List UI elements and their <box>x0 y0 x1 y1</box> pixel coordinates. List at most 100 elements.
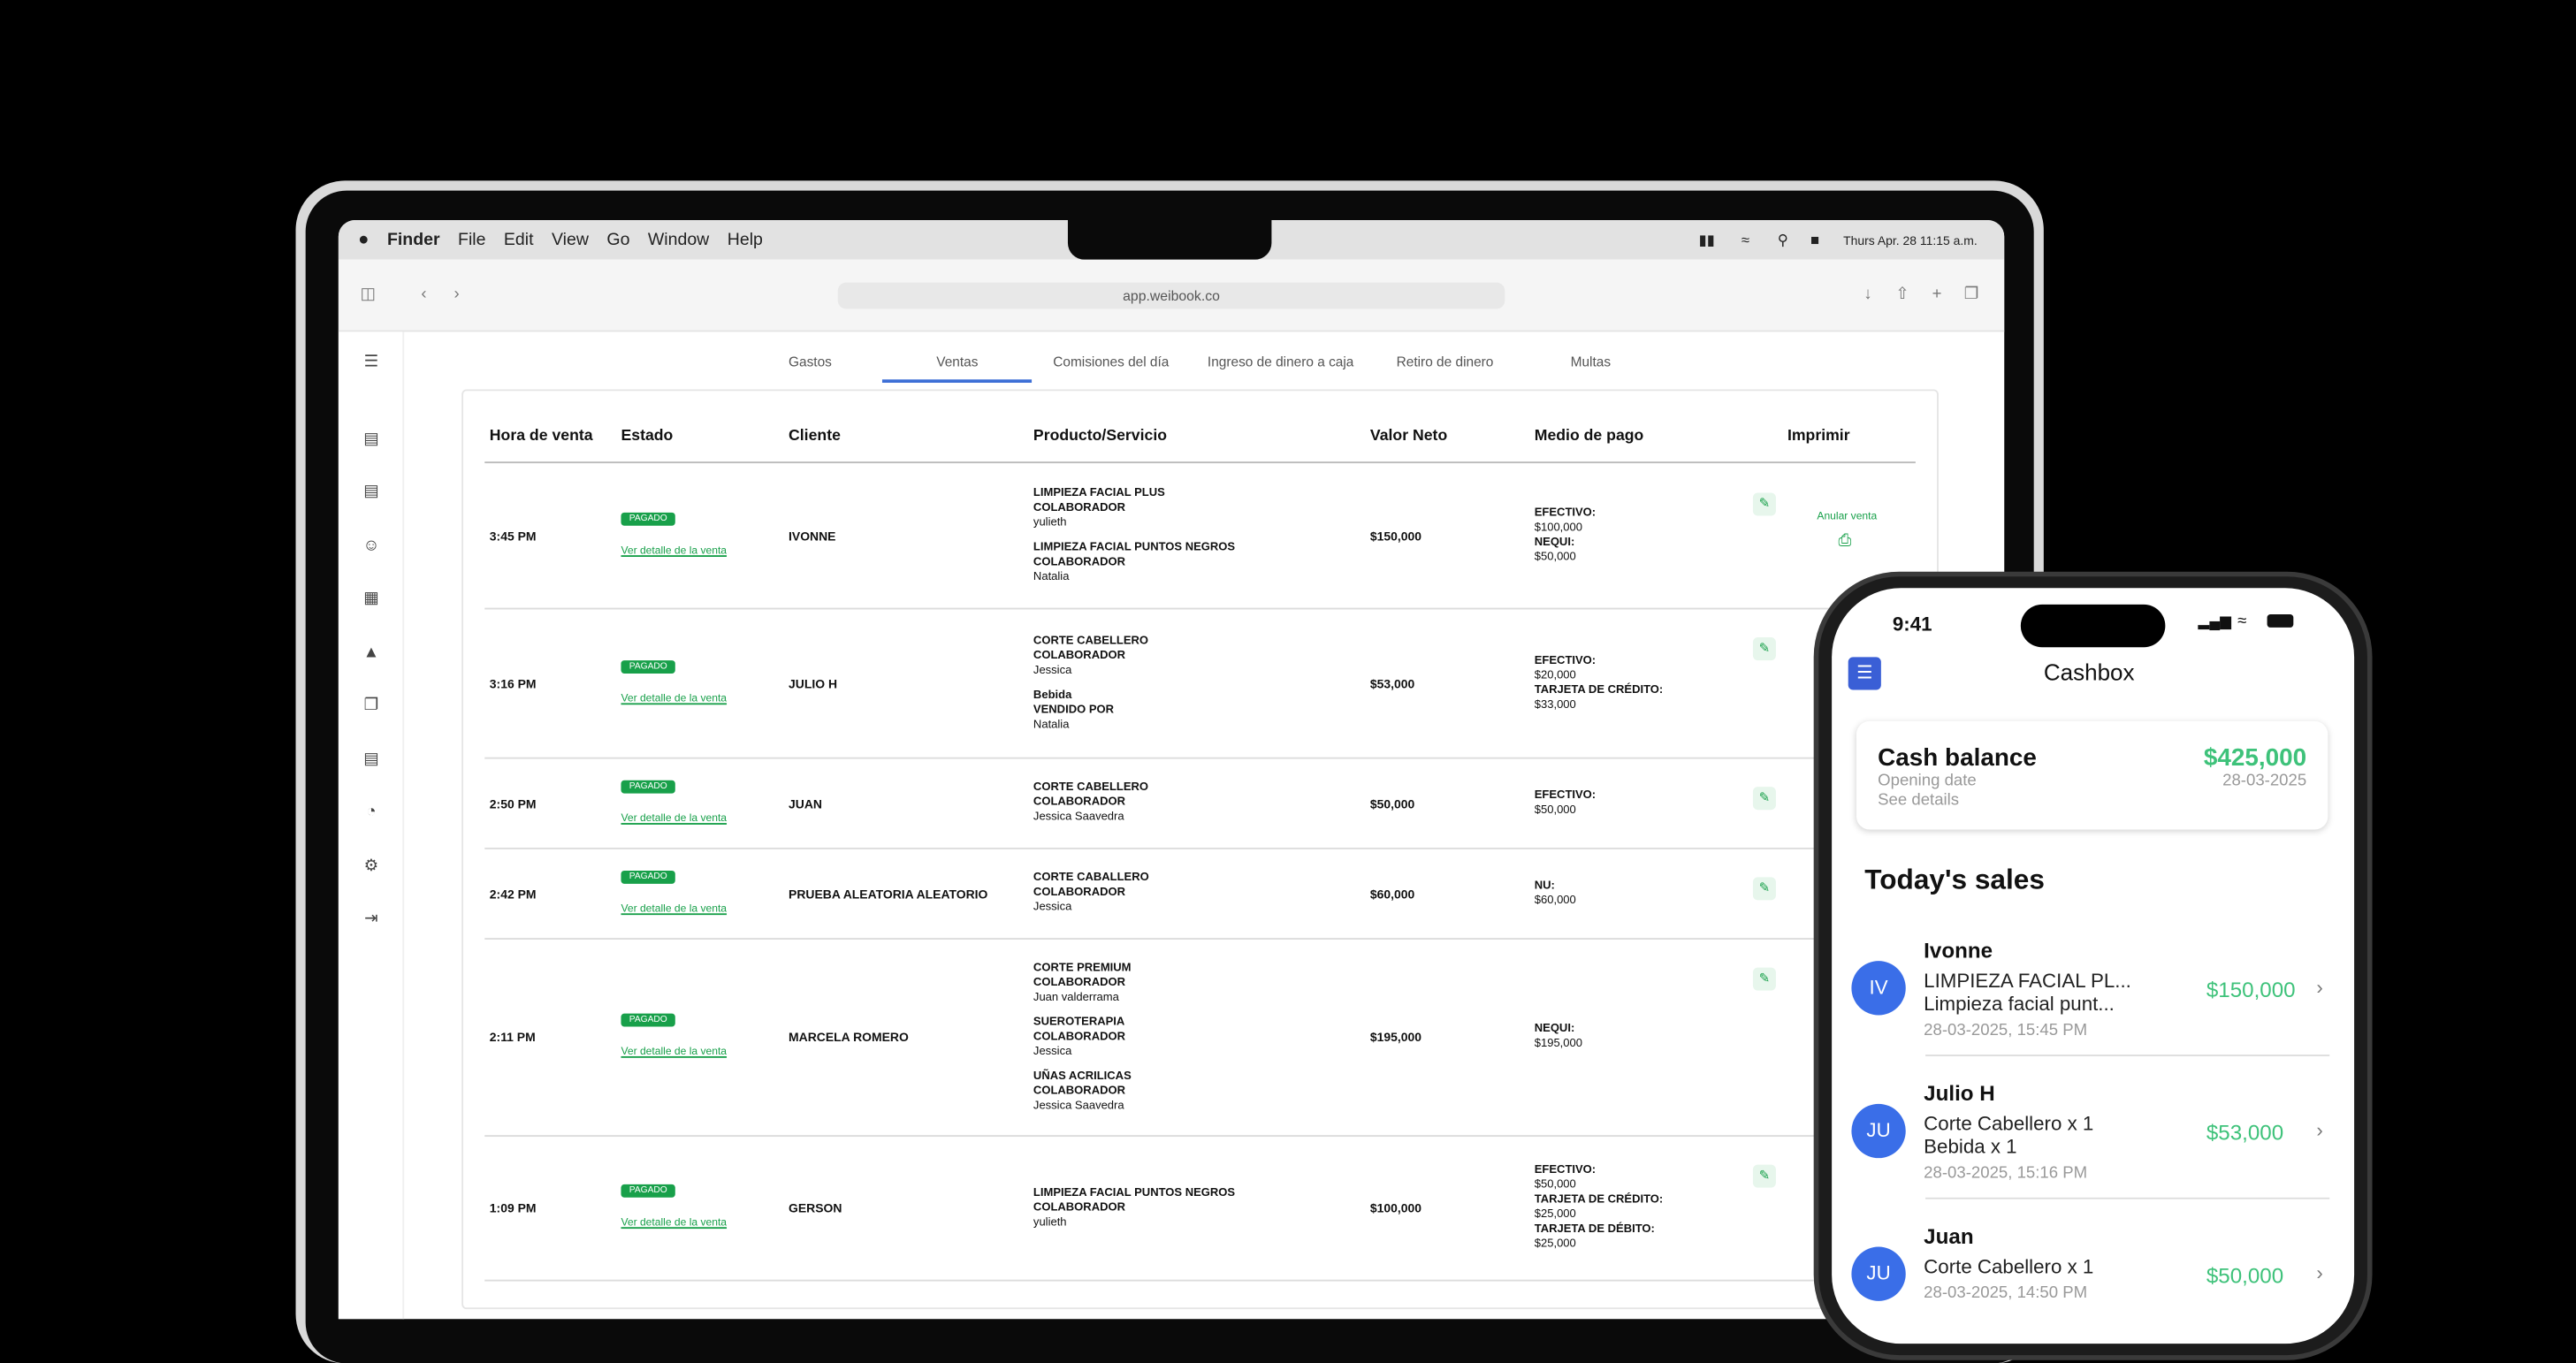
users-icon[interactable]: ☺ <box>362 537 381 557</box>
sale-customer[interactable]: Juan <box>1924 1224 1973 1249</box>
sidebar-toggle-icon[interactable]: ◫ <box>358 286 377 305</box>
menu-view[interactable]: View <box>552 230 589 249</box>
back-icon[interactable]: ‹ <box>414 286 433 305</box>
new-tab-icon[interactable]: + <box>1927 286 1947 305</box>
col-producto: Producto/Servicio <box>1033 427 1168 445</box>
edit-sale-icon[interactable]: ✎ <box>1752 492 1776 516</box>
payment-item: TARJETA DE CRÉDITO: $25,000 <box>1535 1192 1664 1222</box>
product-role: COLABORADOR <box>1033 649 1126 662</box>
row-time: 3:16 PM <box>489 675 537 691</box>
chevron-right-icon[interactable]: › <box>2316 976 2322 999</box>
menu-window[interactable]: Window <box>648 230 709 249</box>
sale-divider <box>1925 1055 2330 1056</box>
share-icon[interactable]: ⇧ <box>1893 286 1912 305</box>
product-item: CORTE CABALLERO COLABORADOR Jessica <box>1033 871 1149 915</box>
print-icon[interactable]: ⎙ <box>1839 532 1852 550</box>
payment-method: TARJETA DE DÉBITO: <box>1534 1223 1655 1236</box>
edit-sale-icon[interactable]: ✎ <box>1752 967 1776 991</box>
cash-balance-card[interactable]: Cash balance $425,000 Opening date 28-03… <box>1856 720 2328 830</box>
sale-avatar: JU <box>1851 1103 1906 1159</box>
archive-icon[interactable]: ▤ <box>362 750 381 770</box>
sale-amount: $150,000 <box>2206 977 2296 1002</box>
cash-register-icon[interactable]: ▤ <box>362 430 381 450</box>
payment-item: TARJETA DE DÉBITO: $25,000 <box>1535 1222 1655 1252</box>
payment-amount: $25,000 <box>1534 1238 1576 1251</box>
col-valor: Valor Neto <box>1369 427 1448 445</box>
search-icon[interactable]: ⚲ <box>1778 231 1788 248</box>
control-center-icon[interactable]: ■ <box>1810 232 1819 248</box>
sale-date: 28-03-2025, 15:16 PM <box>1924 1164 2088 1184</box>
tab-multas[interactable]: Multas <box>1571 354 1611 370</box>
tab-ingreso[interactable]: Ingreso de dinero a caja <box>1208 354 1353 370</box>
cancel-sale-link[interactable]: Anular venta <box>1817 511 1877 522</box>
opening-label: Opening date <box>1878 772 1977 790</box>
row-value: $150,000 <box>1369 529 1422 544</box>
signal-icon: ▂▄▆ <box>2198 613 2232 629</box>
settings-icon[interactable]: ⚙ <box>362 857 381 877</box>
tab-comisiones[interactable]: Comisiones del día <box>1053 354 1169 370</box>
status-badge: PAGADO <box>621 659 676 674</box>
row-time: 2:42 PM <box>489 886 537 902</box>
hamburger-icon[interactable]: ☰ <box>362 354 381 373</box>
payment-amount: $50,000 <box>1534 552 1576 564</box>
payment-amount: $20,000 <box>1534 669 1576 682</box>
menu-app[interactable]: Finder <box>387 230 440 249</box>
product-role: COLABORADOR <box>1033 1085 1126 1097</box>
payment-item: EFECTIVO: $50,000 <box>1535 1163 1596 1192</box>
tab-gastos[interactable]: Gastos <box>789 354 832 370</box>
detail-link[interactable]: Ver detalle de la venta <box>621 902 727 914</box>
row-divider <box>484 607 1916 610</box>
product-role: VENDIDO POR <box>1033 704 1115 716</box>
menu-help[interactable]: Help <box>728 230 763 249</box>
edit-sale-icon[interactable]: ✎ <box>1752 637 1776 661</box>
receipt-icon[interactable]: ▤ <box>362 483 381 502</box>
reports-icon[interactable]: ▲ <box>362 643 381 663</box>
edit-sale-icon[interactable]: ✎ <box>1752 1164 1776 1188</box>
row-value: $60,000 <box>1369 886 1415 902</box>
detail-link[interactable]: Ver detalle de la venta <box>621 545 727 557</box>
calendar-icon[interactable]: ▦ <box>362 590 381 609</box>
detail-link[interactable]: Ver detalle de la venta <box>621 812 727 824</box>
chevron-right-icon[interactable]: › <box>2316 1119 2322 1142</box>
apple-icon[interactable]: ● <box>358 230 369 249</box>
wifi-icon[interactable]: ≈ <box>1741 232 1749 248</box>
row-value: $195,000 <box>1369 1030 1422 1045</box>
menu-edit[interactable]: Edit <box>504 230 534 249</box>
row-client: JUAN <box>789 796 822 811</box>
tab-retiro[interactable]: Retiro de dinero <box>1397 354 1494 370</box>
row-divider <box>484 938 1916 940</box>
address-bar[interactable]: app.weibook.co <box>837 282 1505 309</box>
menu-file[interactable]: File <box>458 230 485 249</box>
detail-link[interactable]: Ver detalle de la venta <box>621 1217 727 1229</box>
edit-sale-icon[interactable]: ✎ <box>1752 787 1776 811</box>
sale-line: Corte Cabellero x 1 <box>1924 1112 2094 1136</box>
pie-chart-icon[interactable]: ◔ <box>362 803 381 823</box>
status-badge: PAGADO <box>621 870 676 883</box>
row-client: IVONNE <box>789 529 836 544</box>
edit-sale-icon[interactable]: ✎ <box>1752 877 1776 901</box>
payment-amount: $33,000 <box>1534 698 1576 711</box>
menubar-datetime[interactable]: Thurs Apr. 28 11:15 a.m. <box>1843 232 1978 247</box>
battery-icon[interactable]: ▮▮ <box>1699 231 1715 248</box>
download-icon[interactable]: ↓ <box>1858 286 1878 305</box>
detail-link[interactable]: Ver detalle de la venta <box>621 1047 727 1058</box>
menu-go[interactable]: Go <box>606 230 629 249</box>
tab-ventas[interactable]: Ventas <box>936 354 978 370</box>
detail-link[interactable]: Ver detalle de la venta <box>621 692 727 704</box>
tabs-overview-icon[interactable]: ❐ <box>1962 286 1981 305</box>
sale-customer[interactable]: Julio H <box>1924 1081 1995 1106</box>
phone-battery-icon <box>2267 614 2294 628</box>
copy-icon[interactable]: ❐ <box>362 697 381 716</box>
row-time: 3:45 PM <box>489 529 537 544</box>
logout-icon[interactable]: ⇥ <box>362 910 381 930</box>
chevron-right-icon[interactable]: › <box>2316 1261 2322 1284</box>
payment-amount: $50,000 <box>1534 803 1576 816</box>
sale-customer[interactable]: Ivonne <box>1924 938 1993 963</box>
payment-item: EFECTIVO: $100,000 <box>1535 506 1596 535</box>
cashbox-icon[interactable]: ☰ <box>1848 657 1881 690</box>
product-person: Jessica Saavedra <box>1033 1100 1124 1112</box>
see-details-link[interactable]: See details <box>1878 792 1959 810</box>
payment-amount: $195,000 <box>1534 1038 1583 1050</box>
forward-icon[interactable]: › <box>446 286 466 305</box>
product-person: Jessica <box>1033 1045 1072 1057</box>
